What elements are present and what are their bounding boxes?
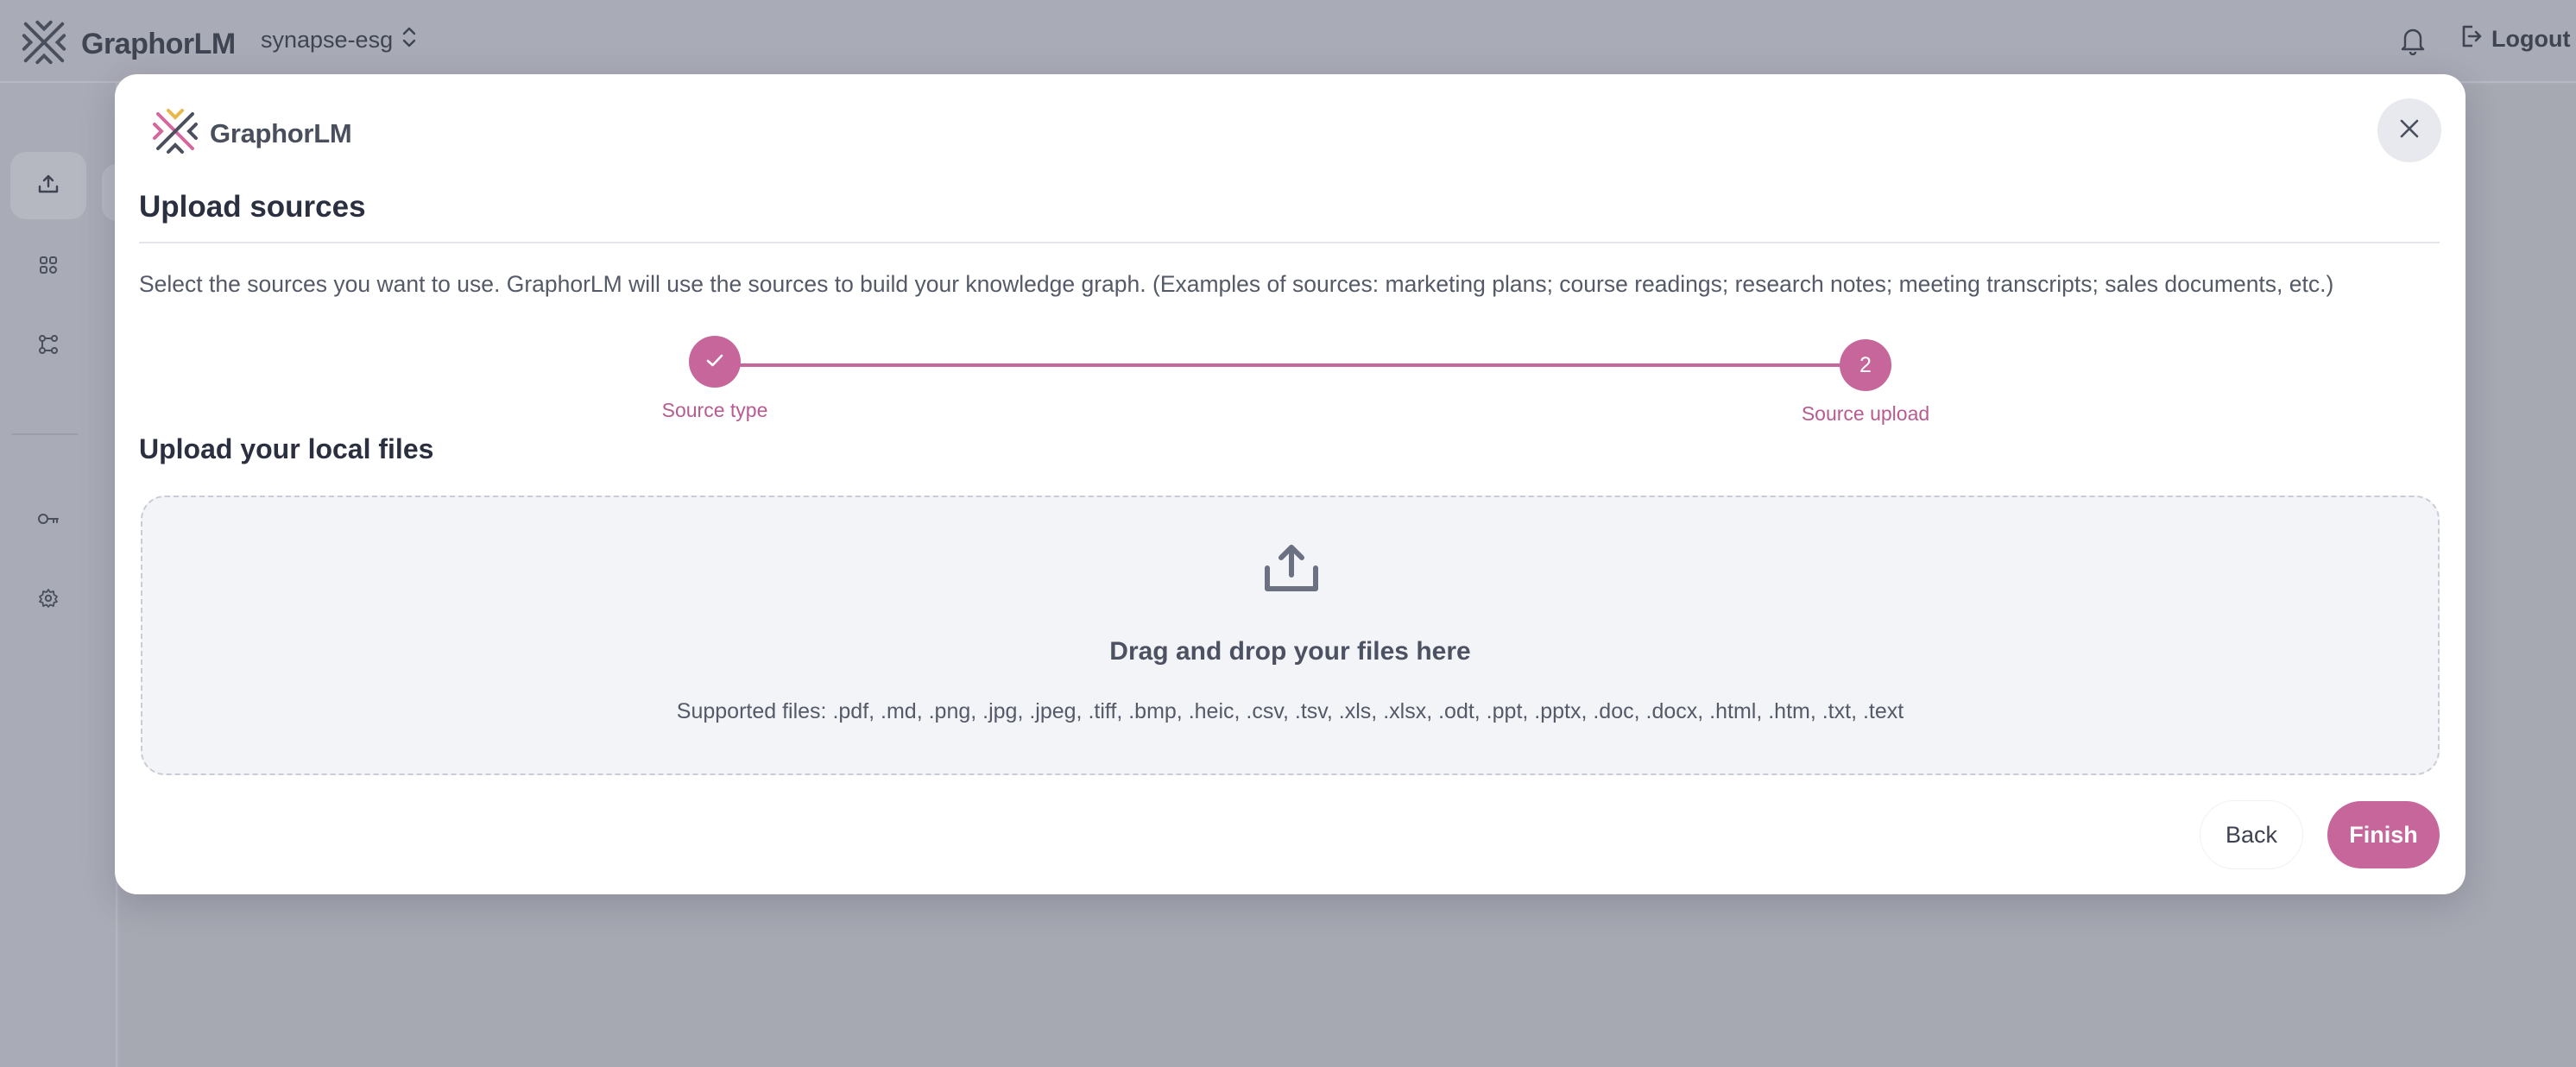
settings-icon — [38, 588, 59, 613]
key-icon — [37, 510, 60, 532]
top-bar: GraphorLM synapse-esg Logout — [0, 0, 2576, 83]
graphorlm-logo-icon — [149, 105, 201, 161]
modal-title: Upload sources — [139, 190, 366, 224]
sidebar-divider — [12, 433, 78, 435]
step-label-source-type: Source type — [661, 399, 768, 421]
supported-files-text: Supported files: .pdf, .md, .png, .jpg, … — [676, 699, 1904, 723]
brand-name: GraphorLM — [81, 28, 236, 60]
close-icon — [2398, 117, 2421, 144]
modal-brand-name: GraphorLM — [210, 117, 352, 148]
dropzone-title: Drag and drop your files here — [1109, 637, 1471, 666]
sidebar-item-api-keys[interactable] — [10, 487, 86, 554]
section-title: Upload your local files — [139, 433, 434, 464]
bell-icon — [2400, 28, 2426, 59]
step-number: 2 — [1859, 352, 1872, 377]
upload-sources-modal: GraphorLM Upload sources Select the sour… — [115, 74, 2466, 894]
step-source-type[interactable] — [689, 336, 741, 388]
sidebar-item-sources[interactable] — [10, 233, 86, 300]
upload-tray-icon — [1264, 542, 1319, 597]
modal-description: Select the sources you want to use. Grap… — [139, 271, 2334, 297]
stepper-connector — [716, 363, 1866, 367]
flow-icon — [38, 334, 59, 359]
sidebar-item-upload[interactable] — [10, 152, 86, 219]
notifications-button[interactable] — [2400, 26, 2426, 60]
back-button[interactable]: Back — [2200, 801, 2302, 868]
workspace-name: synapse-esg — [261, 27, 394, 53]
chevron-up-down-icon — [401, 26, 417, 54]
sources-icon — [38, 255, 59, 280]
close-button[interactable] — [2377, 98, 2441, 162]
logout-button[interactable]: Logout — [2460, 24, 2570, 54]
logout-label: Logout — [2491, 26, 2571, 52]
check-icon — [705, 350, 724, 375]
workspace-switcher[interactable]: synapse-esg — [261, 26, 417, 54]
sidebar-item-settings[interactable] — [10, 566, 86, 634]
graphorlm-logo-icon — [19, 17, 69, 72]
finish-button[interactable]: Finish — [2327, 801, 2440, 868]
upload-icon — [37, 173, 60, 199]
step-source-upload: 2 — [1840, 339, 1891, 391]
step-label-source-upload: Source upload — [1801, 402, 1930, 425]
file-dropzone[interactable]: Drag and drop your files here Supported … — [141, 496, 2440, 775]
sidebar — [0, 83, 117, 1067]
modal-brand: GraphorLM — [149, 105, 352, 161]
app-root: GraphorLM synapse-esg Logout GraphorLM U… — [0, 0, 2576, 1067]
title-divider — [139, 242, 2440, 243]
brand[interactable]: GraphorLM — [19, 17, 236, 72]
logout-icon — [2460, 24, 2483, 54]
sidebar-item-flows[interactable] — [10, 313, 86, 380]
